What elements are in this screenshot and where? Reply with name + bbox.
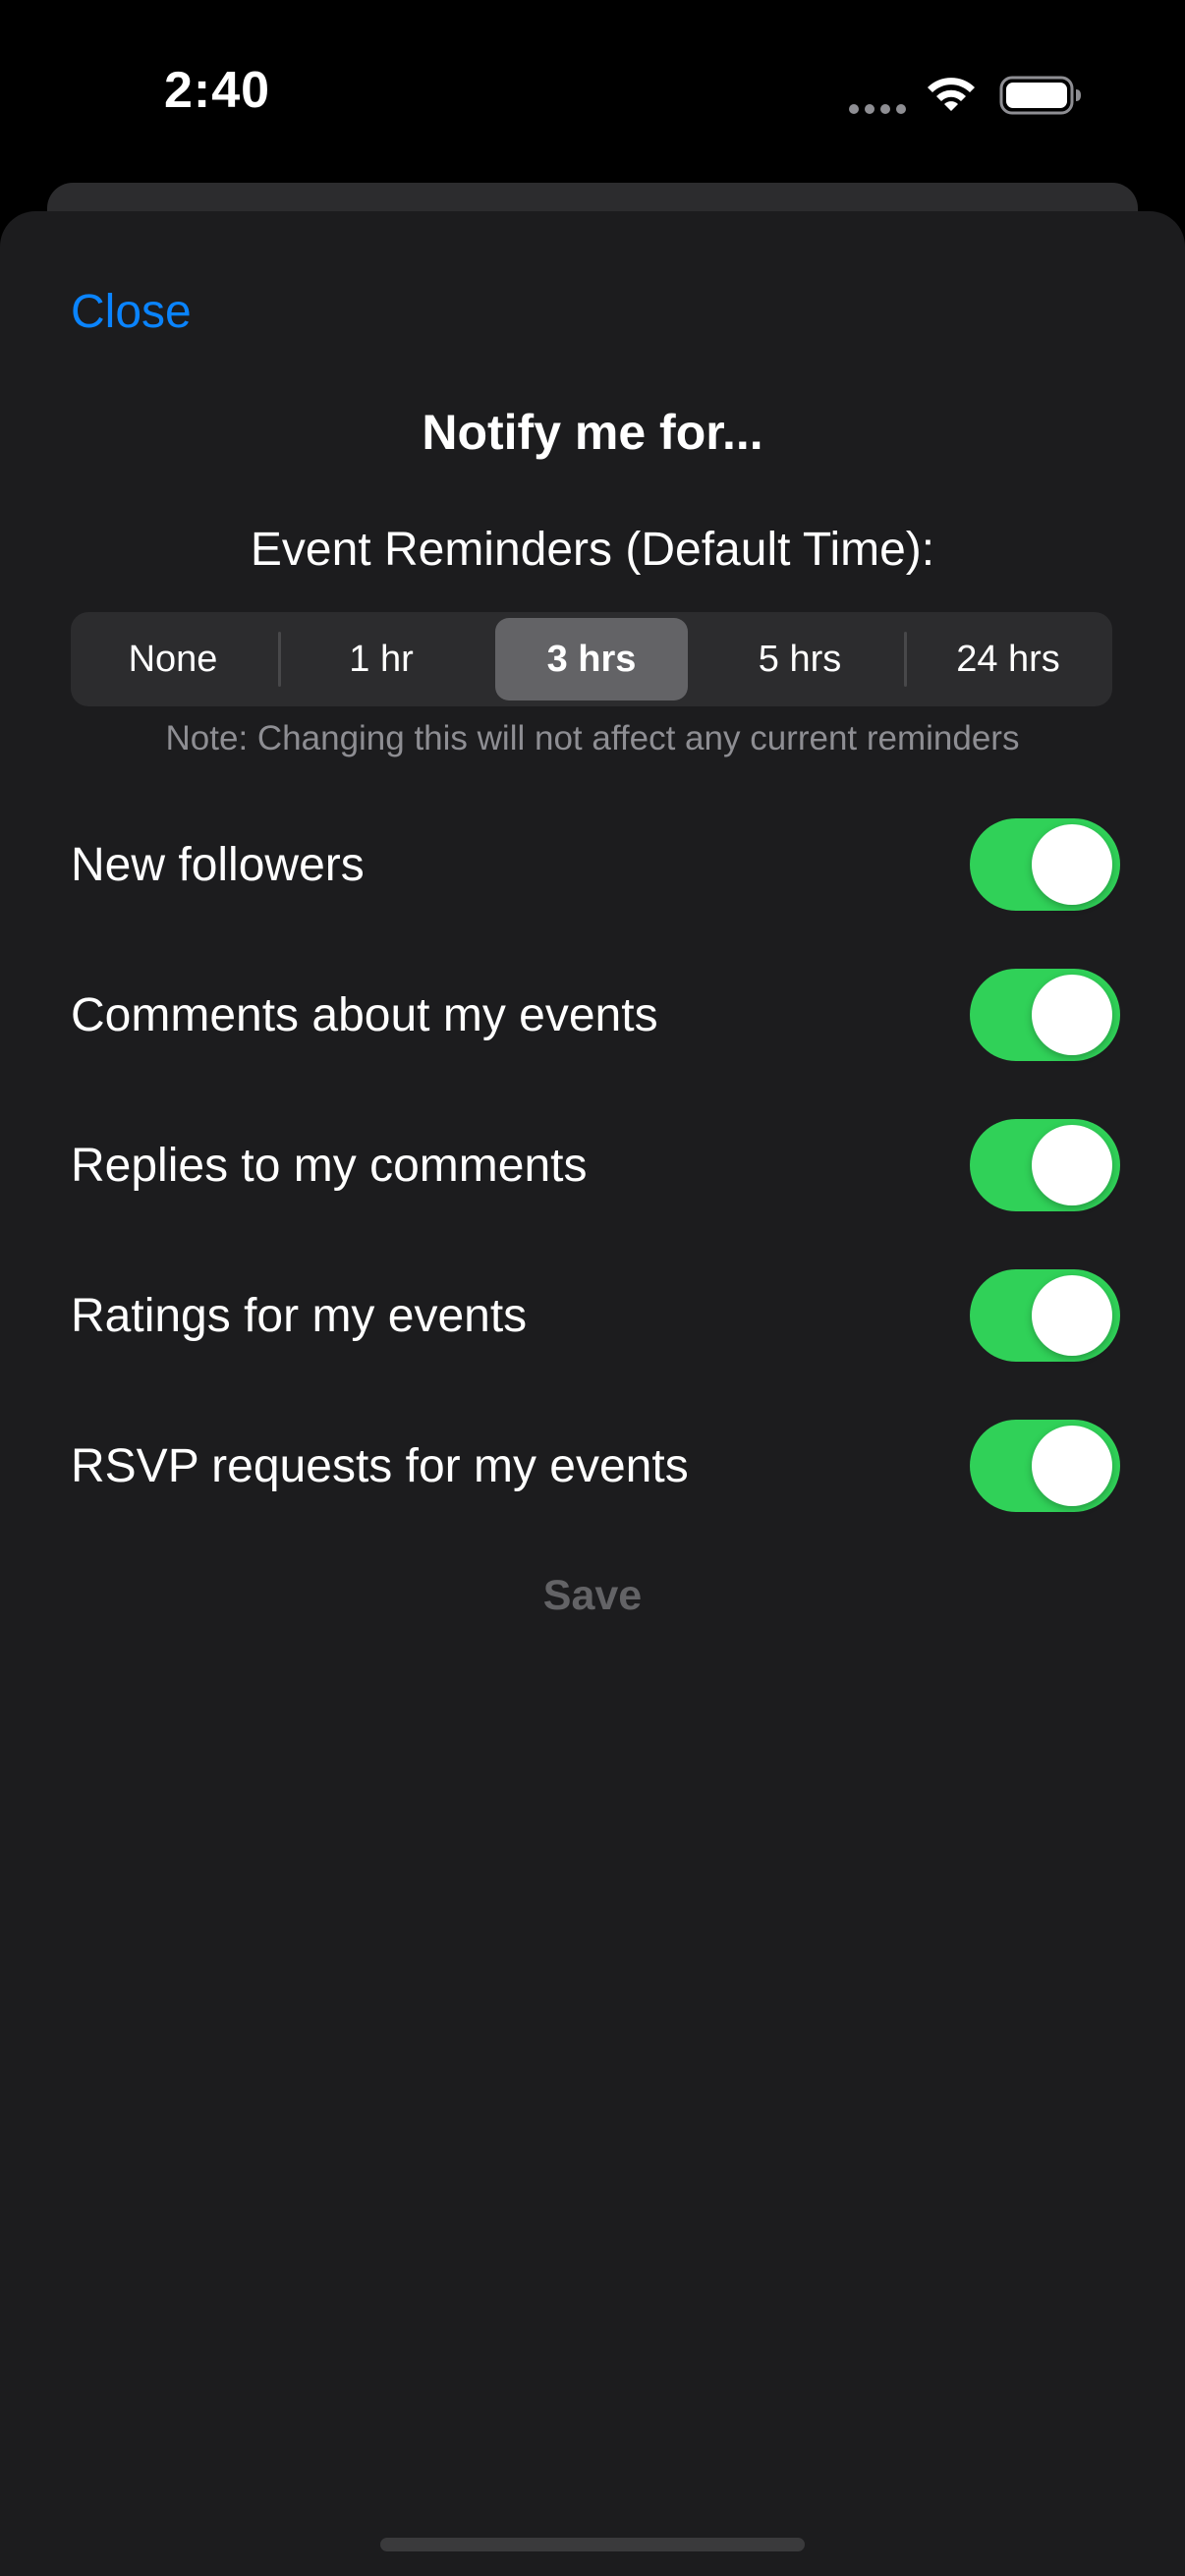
segment-none[interactable]: None [77, 618, 269, 700]
comments-toggle[interactable] [970, 969, 1120, 1061]
save-button[interactable]: Save [0, 1568, 1185, 1623]
toggle-knob [1032, 824, 1112, 905]
toggle-row-rsvp: RSVP requests for my events [71, 1420, 1120, 1512]
status-bar: 2:40 [0, 0, 1185, 187]
toggle-label: Ratings for my events [71, 1290, 528, 1342]
toggle-label: RSVP requests for my events [71, 1440, 689, 1492]
close-button[interactable]: Close [71, 285, 192, 340]
event-reminders-label: Event Reminders (Default Time): [250, 524, 935, 576]
segment-5-hrs[interactable]: 5 hrs [704, 618, 896, 700]
toggle-label: New followers [71, 839, 365, 891]
reminder-time-segmented-control: None 1 hr 3 hrs 5 hrs 24 hrs [71, 612, 1112, 706]
segment-1-hr[interactable]: 1 hr [285, 618, 478, 700]
rsvp-toggle[interactable] [970, 1420, 1120, 1512]
wifi-icon [928, 78, 975, 111]
reminder-note: Note: Changing this will not affect any … [165, 719, 1020, 757]
home-indicator [380, 2538, 805, 2551]
cellular-signal-icon [849, 104, 908, 114]
toggle-knob [1032, 1426, 1112, 1506]
ratings-toggle[interactable] [970, 1269, 1120, 1362]
toggle-knob [1032, 1125, 1112, 1205]
toggle-knob [1032, 1275, 1112, 1356]
toggle-row-comments: Comments about my events [71, 969, 1120, 1061]
toggle-row-replies: Replies to my comments [71, 1119, 1120, 1211]
battery-icon [999, 76, 1081, 115]
segment-divider [278, 632, 281, 687]
status-time: 2:40 [164, 62, 271, 119]
segment-3-hrs[interactable]: 3 hrs [495, 618, 688, 700]
replies-toggle[interactable] [970, 1119, 1120, 1211]
segment-divider [904, 632, 907, 687]
segment-24-hrs[interactable]: 24 hrs [912, 618, 1104, 700]
toggle-label: Replies to my comments [71, 1140, 588, 1192]
toggle-knob [1032, 975, 1112, 1055]
page-title: Notify me for... [422, 405, 763, 460]
toggle-label: Comments about my events [71, 989, 658, 1041]
toggle-row-new-followers: New followers [71, 818, 1120, 911]
toggle-row-ratings: Ratings for my events [71, 1269, 1120, 1362]
new-followers-toggle[interactable] [970, 818, 1120, 911]
